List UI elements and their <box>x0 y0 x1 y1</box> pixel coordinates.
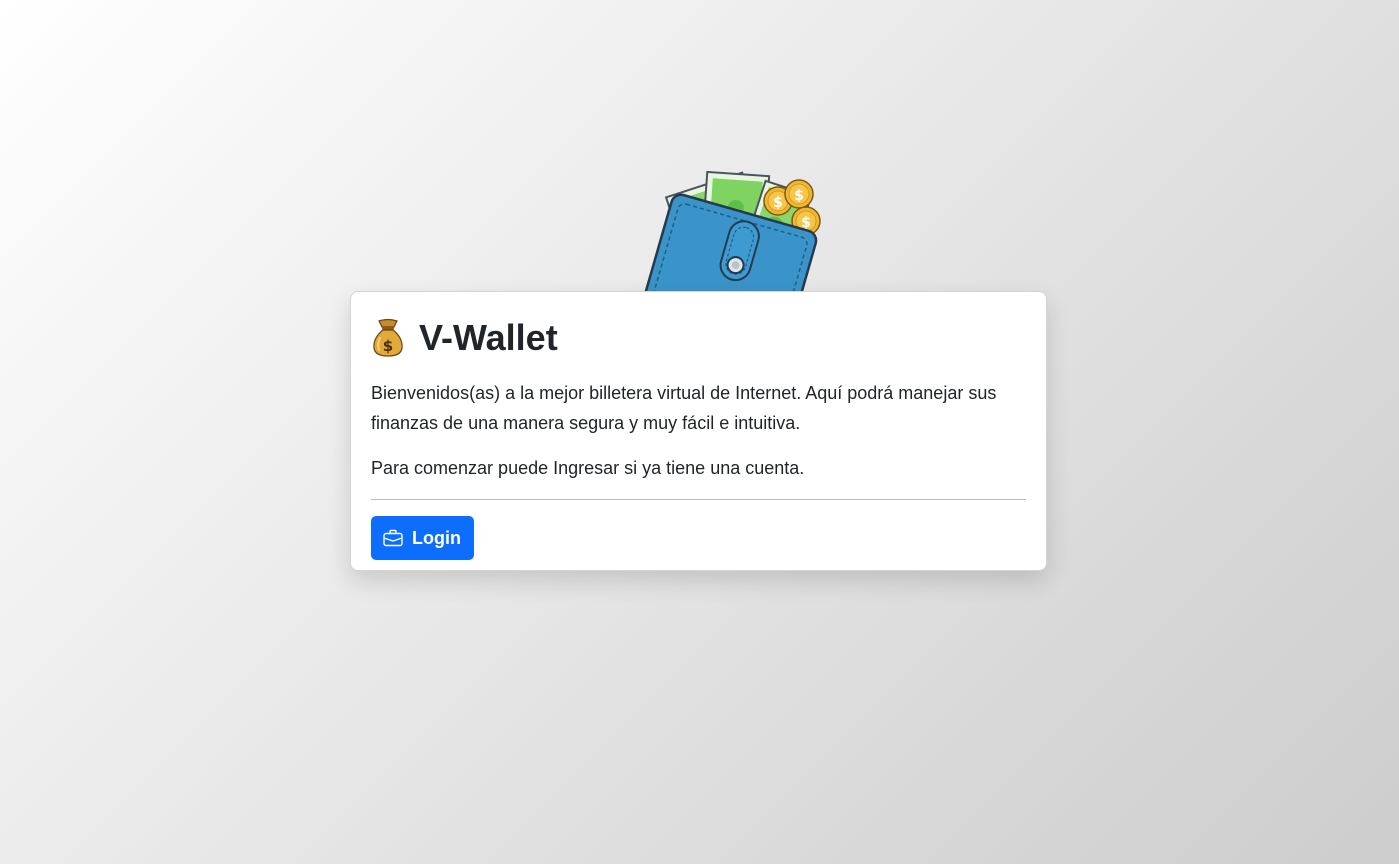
login-button[interactable]: Login <box>371 516 474 560</box>
page-title: V-Wallet <box>419 317 558 358</box>
svg-text:$: $ <box>773 195 783 211</box>
wallet-illustration: $ $ $ <box>636 160 836 292</box>
start-text: Para comenzar puede Ingresar si ya tiene… <box>371 458 805 478</box>
money-bag-icon: $ <box>371 318 405 358</box>
title-row: $ V-Wallet <box>371 314 1026 362</box>
intro-text: Bienvenidos(as) a la mejor billetera vir… <box>371 383 997 433</box>
divider <box>371 499 1026 500</box>
briefcase-icon <box>383 529 403 547</box>
welcome-card: $ V-Wallet Bienvenidos(as) a la mejor bi… <box>350 291 1047 571</box>
svg-text:$: $ <box>383 337 393 355</box>
svg-text:$: $ <box>794 188 804 204</box>
login-button-label: Login <box>412 527 461 548</box>
